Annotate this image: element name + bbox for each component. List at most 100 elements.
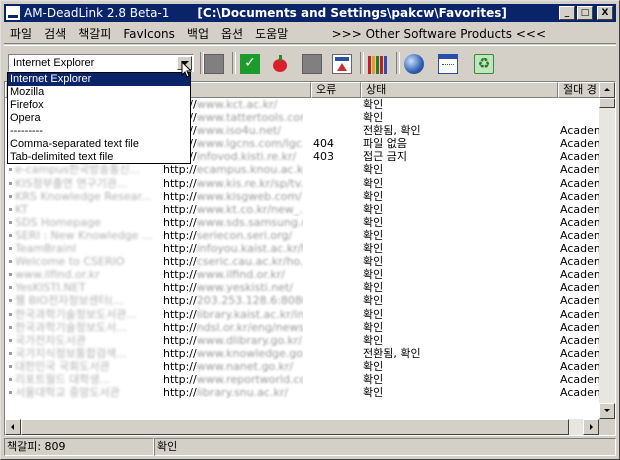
cell-status: 확인	[363, 386, 384, 400]
cell-url: http://ecampus.knou.ac.kr/	[163, 163, 303, 176]
option-internet-explorer[interactable]: Internet Explorer	[8, 73, 190, 86]
scroll-left-button[interactable]	[5, 419, 21, 435]
bullet-icon	[9, 260, 12, 264]
table-row[interactable]: 웰 BIO전자정보센터(... http://203.253.128.6:8080…	[5, 294, 601, 307]
window-icon[interactable]	[438, 54, 458, 74]
vertical-scroll-thumb[interactable]	[599, 98, 615, 108]
cell-title: Welcome to CSERIO	[15, 255, 125, 269]
table-row[interactable]: 국가지식정보통합검색... http://www.knowledge.go... 전…	[5, 347, 601, 360]
cell-url-scheme: http://	[163, 242, 197, 256]
window-title: AM-DeadLink 2.8 Beta-1	[24, 6, 170, 20]
cell-url-host: www.knowledge.go...	[196, 346, 303, 360]
recycle-icon[interactable]: ♻	[474, 54, 494, 74]
horizontal-scroll-thumb[interactable]	[21, 419, 569, 435]
title-bar[interactable]: AM-DeadLink 2.8 Beta-1 [C:\Documents and…	[4, 4, 616, 22]
cell-title: SDS Homepage	[15, 215, 101, 229]
status-bar: 책갈피: 809 확인	[4, 438, 616, 456]
cell-url-scheme: http://	[163, 228, 197, 242]
menu-help[interactable]: 도움말	[249, 25, 294, 42]
option-mozilla[interactable]: Mozilla	[8, 86, 190, 99]
table-row[interactable]: 국가전자도서관 http://www.dlibrary.go.kr/확인 Acade…	[5, 334, 601, 347]
cell-url-host: www.tattertools.com/	[196, 111, 303, 125]
cell-category: Academ	[560, 294, 601, 308]
cell-url-host: infoyou.kaist.ac.kr/M...	[196, 242, 303, 256]
table-row[interactable]: YesKISTI.NET http://www.yeskisti.net/확인 Ac…	[5, 281, 601, 294]
table-row[interactable]: SDS Homepage http://www.sds.samsung.c... 확…	[5, 216, 601, 229]
cell-status: 확인	[363, 281, 384, 295]
scroll-up-button[interactable]	[599, 82, 615, 98]
cell-url: http://www.yeskisti.net/	[163, 281, 303, 294]
menu-search[interactable]: 검색	[38, 25, 72, 42]
table-row[interactable]: 리포트월드 대학생... http://www.reportworld.co...…	[5, 373, 601, 386]
column-header-status[interactable]: 상태	[361, 82, 558, 98]
table-row[interactable]: www.ilfind.or.kr http://www.ilfind.or.kr/…	[5, 268, 601, 281]
other-products-link[interactable]: >>> Other Software Products <<<	[332, 27, 616, 41]
app-window: AM-DeadLink 2.8 Beta-1 [C:\Documents and…	[0, 0, 620, 460]
table-row[interactable]: TeamBrainI http://infoyou.kaist.ac.kr/M..…	[5, 242, 601, 255]
cell-category: Academ	[560, 307, 601, 321]
cell-category: Academ	[560, 320, 601, 334]
cell-url-host: www.reportworld.co...	[196, 372, 303, 386]
cell-status: 확인	[363, 189, 384, 203]
table-row[interactable]: KIS정부출연 연구기관... http://www.kis.re.kr/sp/t…	[5, 177, 601, 190]
cell-url-host: infovod.kisti.re.kr/	[196, 150, 297, 164]
browser-dropdown-list[interactable]: Internet Explorer Mozilla Firefox Opera …	[7, 72, 191, 164]
menu-backup[interactable]: 백업	[181, 25, 215, 42]
table-row[interactable]: Welcome to CSERIO http://cseric.cau.ac.kr…	[5, 255, 601, 268]
picture-icon[interactable]	[332, 54, 352, 74]
globe-icon[interactable]	[404, 54, 424, 74]
table-row[interactable]: KRS Knowledge Resear... http://www.kisgwe…	[5, 190, 601, 203]
menu-favicons[interactable]: FavIcons	[117, 27, 181, 41]
table-row[interactable]: KT http://www.kt.co.kr/new_... 확인 Academ	[5, 203, 601, 216]
cell-title: KIS정부출연 연구기관...	[15, 176, 128, 190]
table-row[interactable]: SERI : New Knowledge ... http://seriecon.…	[5, 229, 601, 242]
column-header-category[interactable]: 절대 경	[558, 82, 601, 98]
stop-icon[interactable]	[204, 54, 224, 74]
cell-status: 확인	[363, 333, 384, 347]
table-row[interactable]: 한국과학기술정보도서관... http://library.kaist.ac.kr…	[5, 308, 601, 321]
cell-url-scheme: http://	[163, 333, 197, 347]
cell-url: http://www.nanet.go.kr/	[163, 360, 303, 373]
apple-icon[interactable]	[270, 54, 290, 74]
books-icon[interactable]	[368, 54, 388, 74]
horizontal-scrollbar[interactable]	[5, 419, 599, 435]
table-row[interactable]: 대한민국 국회도서관 http://www.nanet.go.kr/확인 Acade…	[5, 360, 601, 373]
option-opera[interactable]: Opera	[8, 112, 190, 125]
bullet-icon	[9, 286, 12, 290]
cell-url-host: www.yeskisti.net/	[196, 281, 293, 295]
cell-url-host: www.lgcns.com/lgc...	[196, 137, 303, 151]
cell-category: Academ	[560, 202, 601, 216]
close-button[interactable]: X	[597, 6, 613, 20]
cell-url-host: www.iso4u.net/	[196, 124, 281, 138]
cell-title: 대한민국 국회도서관	[15, 359, 110, 373]
table-row[interactable]: 서울대학교 중앙도서관 http://library.snu.ac.kr/확인 Ac…	[5, 386, 601, 399]
cell-url-host: www.kct.ac.kr/	[196, 98, 278, 111]
table-row[interactable]: 한국과학기술정보도서... http://ndsl.or.kr/eng/news.…	[5, 321, 601, 334]
scroll-down-button[interactable]	[599, 403, 615, 419]
cell-url-host: ndsl.or.kr/eng/news...	[196, 320, 303, 334]
column-header-error[interactable]: 오류	[311, 82, 361, 98]
option-csv-file[interactable]: Comma-separated text file	[8, 138, 190, 151]
option-firefox[interactable]: Firefox	[8, 99, 190, 112]
cell-url: http://cseric.cau.ac.kr/ho...	[163, 255, 303, 268]
menu-bookmarks[interactable]: 책갈피	[72, 25, 117, 42]
maximize-button[interactable]: □	[577, 6, 593, 20]
cell-title: 한국과학기술정보도서관...	[15, 307, 137, 321]
option-tab-file[interactable]: Tab-delimited text file	[8, 151, 190, 164]
check-links-icon[interactable]: ✓	[240, 54, 260, 74]
table-row[interactable]: e-campus한국방송통신... http://ecampus.knou.ac.…	[5, 163, 601, 176]
browser-select[interactable]: Internet Explorer	[8, 54, 194, 72]
vertical-scrollbar[interactable]	[599, 82, 615, 419]
toolbar-separator	[396, 52, 400, 74]
menu-file[interactable]: 파일	[4, 25, 38, 42]
cell-status: 확인	[363, 215, 384, 229]
menu-options[interactable]: 옵션	[215, 25, 249, 42]
option-separator: ---------	[10, 125, 43, 137]
minimize-button[interactable]: _	[559, 6, 575, 20]
scroll-right-button[interactable]	[583, 419, 599, 435]
cell-status: 접근 금지	[363, 150, 407, 164]
pause-icon[interactable]	[302, 54, 322, 74]
cell-url-host: seriecon.seri.org/	[196, 228, 293, 242]
cell-url-host: www.dlibrary.go.kr/	[196, 333, 303, 347]
cell-title: 국가전자도서관	[15, 333, 86, 347]
